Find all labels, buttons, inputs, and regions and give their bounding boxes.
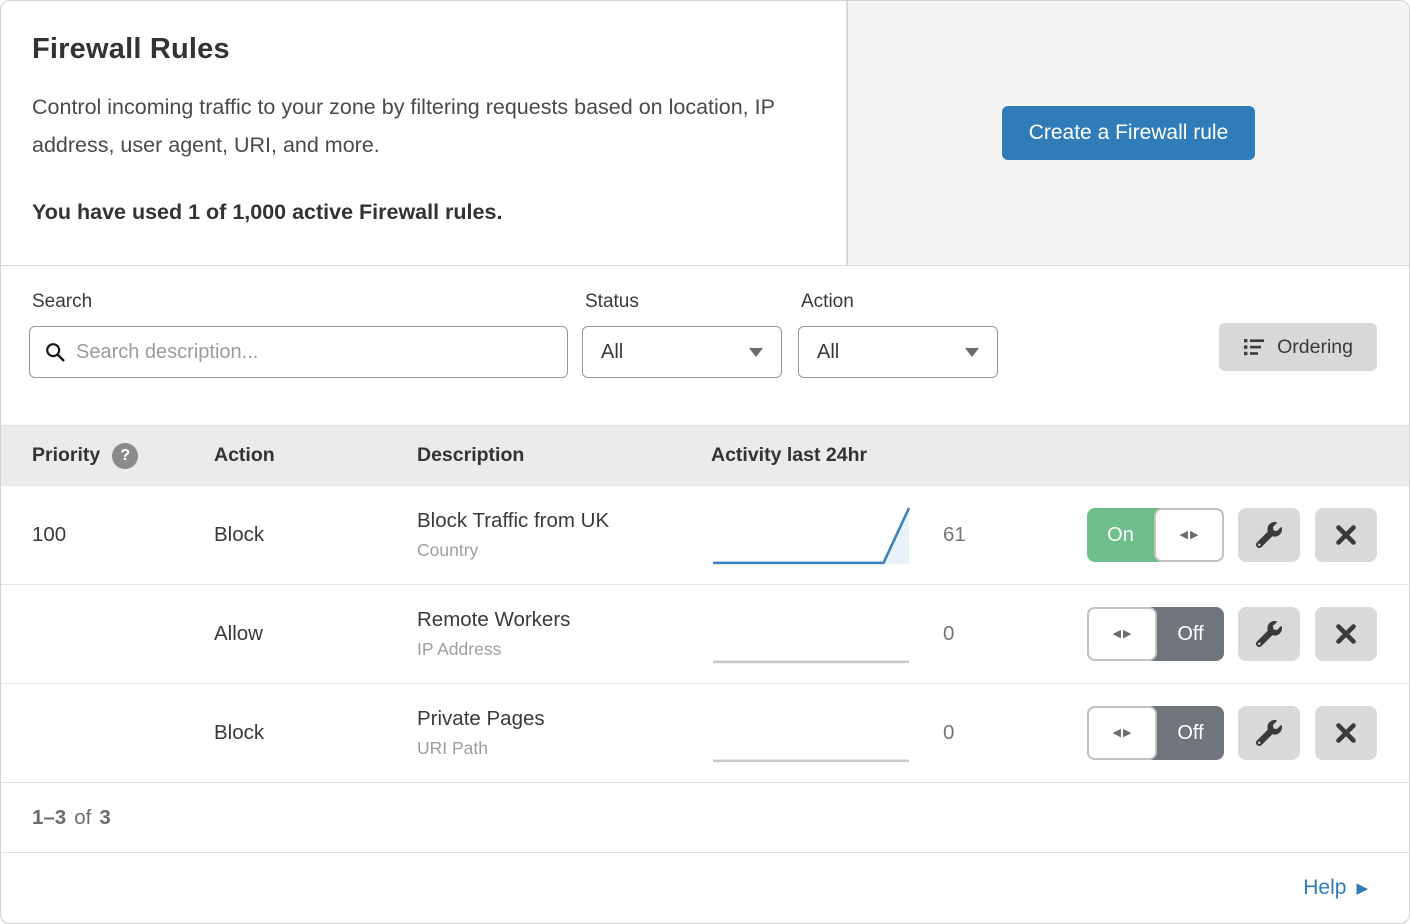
column-action: Action [214,444,417,467]
close-icon [1334,721,1358,745]
pagination-of: of [74,806,91,830]
delete-rule-button[interactable] [1315,706,1377,760]
header-text-panel: Firewall Rules Control incoming traffic … [1,1,846,265]
table-header: Priority ? Action Description Activity l… [1,425,1409,485]
toggle-arrows-icon: ▶ [1123,728,1131,739]
toggle-state-label: On [1087,508,1154,562]
activity-count: 61 [943,523,966,547]
status-select[interactable]: All [582,326,782,378]
ordering-list-icon [1243,336,1265,358]
action-cell: Allow [214,622,417,646]
search-box[interactable] [29,326,568,378]
activity-sparkline [711,503,911,567]
column-activity: Activity last 24hr [711,444,1377,467]
delete-rule-button[interactable] [1315,607,1377,661]
column-description: Description [417,444,711,467]
rule-enabled-toggle[interactable]: Off ◀▶ [1087,706,1224,760]
firewall-rules-page: Firewall Rules Control incoming traffic … [0,0,1410,924]
edit-rule-button[interactable] [1238,607,1300,661]
toggle-arrows-icon: ◀ [1113,629,1121,640]
rule-description: Block Traffic from UK [417,509,711,533]
action-label: Action [801,291,998,313]
action-filter-group: Action All [798,291,998,378]
action-select[interactable]: All [798,326,998,378]
delete-rule-button[interactable] [1315,508,1377,562]
page-description: Control incoming traffic to your zone by… [32,88,802,164]
toggle-arrows-icon: ◀ [1113,728,1121,739]
priority-header-label: Priority [32,444,100,467]
row-controls: On ◀▶ [1087,508,1377,562]
activity-count: 0 [943,622,954,646]
filter-bar: Search Status All Action All [1,266,1409,425]
description-cell: Remote Workers IP Address [417,608,711,660]
rule-match-type: IP Address [417,639,711,660]
pagination-total: 3 [99,806,110,830]
table-row: 100 Block Block Traffic from UK Country … [1,485,1409,584]
toggle-knob[interactable]: ◀▶ [1087,607,1157,661]
header-action-panel: Create a Firewall rule [846,1,1409,265]
activity-cell: 0 [711,701,1087,765]
pagination-range: 1–3 [32,806,66,830]
toggle-arrows-icon: ▶ [1190,530,1198,541]
action-cell: Block [214,721,417,745]
action-cell: Block [214,523,417,547]
page-header: Firewall Rules Control incoming traffic … [1,1,1409,266]
page-title: Firewall Rules [32,33,806,66]
rule-description: Private Pages [417,707,711,731]
toggle-knob[interactable]: ◀▶ [1154,508,1224,562]
priority-help-icon[interactable]: ? [112,443,138,469]
toggle-state-label: Off [1157,607,1224,661]
close-icon [1334,622,1358,646]
create-firewall-rule-button[interactable]: Create a Firewall rule [1002,106,1256,160]
usage-note: You have used 1 of 1,000 active Firewall… [32,200,806,225]
ordering-button-label: Ordering [1277,336,1353,359]
table-row: Allow Remote Workers IP Address 0 Off ◀▶ [1,584,1409,683]
help-link[interactable]: Help ▶ [1303,876,1368,900]
toggle-arrows-icon: ◀ [1180,530,1188,541]
rule-enabled-toggle[interactable]: Off ◀▶ [1087,607,1224,661]
help-link-label: Help [1303,876,1346,900]
rule-description: Remote Workers [417,608,711,632]
rule-match-type: Country [417,540,711,561]
column-priority: Priority ? [32,443,214,469]
toggle-knob[interactable]: ◀▶ [1087,706,1157,760]
activity-sparkline [711,701,911,765]
arrow-right-icon: ▶ [1356,879,1368,897]
priority-cell: 100 [32,523,214,547]
edit-rule-button[interactable] [1238,706,1300,760]
description-cell: Private Pages URI Path [417,707,711,759]
description-cell: Block Traffic from UK Country [417,509,711,561]
search-label: Search [32,291,568,313]
chevron-down-icon [749,348,763,357]
edit-rule-button[interactable] [1238,508,1300,562]
activity-count: 0 [943,721,954,745]
help-bar: Help ▶ [1,852,1409,923]
close-icon [1334,523,1358,547]
status-selected-value: All [601,341,623,364]
row-controls: Off ◀▶ [1087,706,1377,760]
rule-enabled-toggle[interactable]: On ◀▶ [1087,508,1224,562]
ordering-button[interactable]: Ordering [1219,323,1377,371]
rule-match-type: URI Path [417,738,711,759]
chevron-down-icon [965,348,979,357]
table-row: Block Private Pages URI Path 0 Off ◀▶ [1,683,1409,782]
activity-cell: 61 [711,503,1087,567]
wrench-icon [1256,720,1282,746]
status-label: Status [585,291,782,313]
search-group: Search [29,291,568,378]
toggle-state-label: Off [1157,706,1224,760]
activity-sparkline [711,602,911,666]
toggle-arrows-icon: ▶ [1123,629,1131,640]
activity-cell: 0 [711,602,1087,666]
pagination-bar: 1–3 of 3 [1,782,1409,852]
row-controls: Off ◀▶ [1087,607,1377,661]
wrench-icon [1256,522,1282,548]
search-icon [44,341,66,363]
search-input[interactable] [76,341,553,364]
status-filter-group: Status All [582,291,782,378]
action-selected-value: All [817,341,839,364]
wrench-icon [1256,621,1282,647]
